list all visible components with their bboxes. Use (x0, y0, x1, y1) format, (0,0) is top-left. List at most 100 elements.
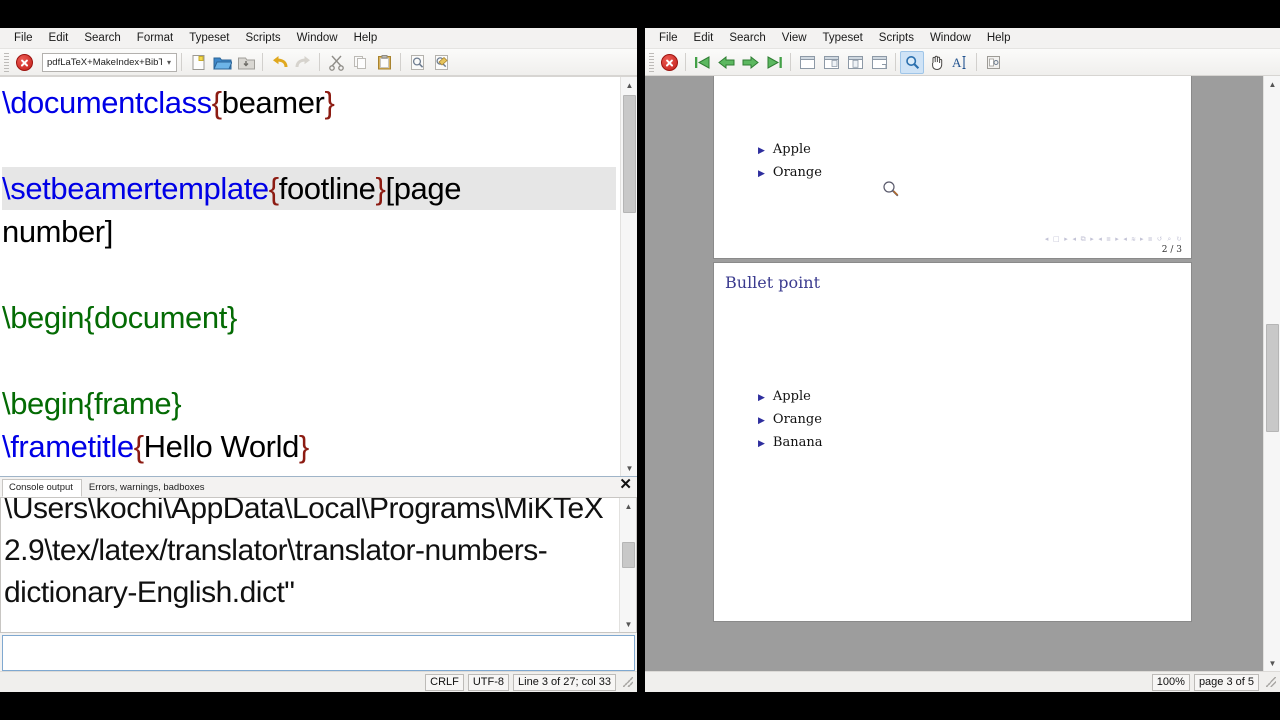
fit-page-button[interactable] (843, 51, 867, 74)
toolbar-grip[interactable] (4, 52, 9, 72)
console-input-field[interactable] (3, 636, 634, 670)
viewer-menu-search[interactable]: Search (721, 30, 773, 46)
viewer-statusbar: 100% page 3 of 5 (645, 671, 1280, 692)
source-text-area[interactable]: \documentclass{beamer} \setbeamertemplat… (0, 76, 637, 476)
first-page-button[interactable] (690, 51, 714, 74)
viewer-menu-edit[interactable]: Edit (686, 30, 722, 46)
resize-grip-icon[interactable] (623, 677, 633, 687)
viewer-menu-help[interactable]: Help (979, 30, 1019, 46)
cut-button[interactable] (324, 51, 348, 74)
source-line (2, 339, 616, 382)
last-page-button[interactable] (762, 51, 786, 74)
fit-window-button[interactable] (795, 51, 819, 74)
status-page-indicator[interactable]: page 3 of 5 (1193, 673, 1259, 691)
fit-window-icon (799, 55, 815, 69)
pdf-page-previous[interactable]: ▶ Apple ▶ Orange ◂ □ ▸ ◂ ⧉ ▸ ◂ ≣ ▸ ◂ ≋ ▸… (714, 76, 1191, 258)
fit-width-button[interactable] (819, 51, 843, 74)
undo-button[interactable] (267, 51, 291, 74)
select-text-tool-button[interactable]: A (948, 51, 972, 74)
source-code[interactable]: \documentclass{beamer} \setbeamertemplat… (0, 77, 620, 476)
editor-menu-search[interactable]: Search (76, 30, 128, 46)
viewer-menu-view[interactable]: View (774, 30, 815, 46)
editor-menu-format[interactable]: Format (129, 30, 181, 46)
toolbar-separator (976, 53, 977, 71)
editor-menu-window[interactable]: Window (289, 30, 346, 46)
viewer-toolbar-grip[interactable] (649, 52, 654, 72)
viewer-menu-file[interactable]: File (651, 30, 686, 46)
source-token: [page (385, 171, 462, 206)
scroll-down-icon[interactable]: ▼ (621, 460, 637, 476)
close-console-icon[interactable]: ✕ (619, 477, 632, 492)
editor-menu-file[interactable]: File (6, 30, 41, 46)
editor-vertical-scrollbar[interactable]: ▲ ▼ (620, 77, 637, 476)
texworks-editor-window: File Edit Search Format Typeset Scripts … (0, 28, 637, 692)
last-page-icon (767, 55, 782, 69)
typeset-engine-combobox[interactable]: pdfLaTeX+MakeIndex+BibTeX ▾ (42, 52, 177, 72)
source-token: \documentclass (2, 85, 212, 120)
console-scroll-thumb[interactable] (622, 542, 635, 568)
triangle-bullet-icon: ▶ (758, 416, 765, 426)
tab-errors-warnings-badboxes[interactable]: Errors, warnings, badboxes (82, 479, 214, 497)
viewer-menu-window[interactable]: Window (922, 30, 979, 46)
pdf-scroll-up-icon[interactable]: ▲ (1264, 76, 1280, 92)
pdf-page-area[interactable]: ▶ Apple ▶ Orange ◂ □ ▸ ◂ ⧉ ▸ ◂ ≣ ▸ ◂ ≋ ▸… (645, 76, 1280, 671)
viewer-menu-typeset[interactable]: Typeset (815, 30, 871, 46)
console-scroll-down-icon[interactable]: ▼ (620, 616, 636, 632)
previous-page-button[interactable] (714, 51, 738, 74)
pdf-vertical-scrollbar[interactable]: ▲ ▼ (1263, 76, 1280, 671)
save-file-button[interactable] (234, 51, 258, 74)
toolbar-separator (685, 53, 686, 71)
pdf-scroll-thumb[interactable] (1266, 324, 1279, 432)
bullet-label: Orange (772, 412, 822, 427)
next-page-button[interactable] (738, 51, 762, 74)
bullet-label: Apple (772, 142, 811, 157)
full-screen-button[interactable] (981, 51, 1005, 74)
viewer-abort-typesetting-button[interactable] (657, 51, 681, 74)
list-item: ▶ Banana (758, 435, 822, 451)
source-token: Hello World (143, 429, 300, 464)
triangle-bullet-icon: ▶ (758, 146, 765, 156)
beamer-navigation-symbols[interactable]: ◂ □ ▸ ◂ ⧉ ▸ ◂ ≣ ▸ ◂ ≋ ▸ ≣ ↺ ⌕ ↻ (1045, 235, 1183, 244)
triangle-bullet-icon: ▶ (758, 393, 765, 403)
viewer-menu-scripts[interactable]: Scripts (871, 30, 922, 46)
text-select-icon: A (952, 55, 965, 70)
open-file-button[interactable] (210, 51, 234, 74)
hand-scroll-tool-button[interactable] (924, 51, 948, 74)
status-line-ending[interactable]: CRLF (425, 673, 464, 691)
editor-menu-scripts[interactable]: Scripts (238, 30, 289, 46)
console-input-row[interactable] (2, 635, 635, 671)
actual-size-button[interactable] (867, 51, 891, 74)
new-document-button[interactable] (186, 51, 210, 74)
console-tabbar: Console output Errors, warnings, badboxe… (0, 477, 637, 497)
status-zoom-level[interactable]: 100% (1151, 673, 1190, 691)
source-line (2, 253, 616, 296)
typeset-engine-label: pdfLaTeX+MakeIndex+BibTeX (47, 56, 162, 68)
status-encoding[interactable]: UTF-8 (467, 673, 510, 691)
magnify-tool-button[interactable] (900, 50, 924, 74)
source-line: \frametitle{Hello World} (2, 425, 616, 468)
copy-pages-icon (353, 55, 366, 69)
copy-button[interactable] (348, 51, 372, 74)
console-output-body[interactable]: \Users\kochi\AppData\Local\Programs\MiKT… (0, 497, 637, 633)
editor-menu-edit[interactable]: Edit (41, 30, 77, 46)
redo-button[interactable] (291, 51, 315, 74)
resize-grip-icon[interactable] (1266, 677, 1276, 687)
find-replace-button[interactable] (429, 51, 453, 74)
console-vertical-scrollbar[interactable]: ▲ ▼ (619, 498, 636, 632)
pdf-scroll-down-icon[interactable]: ▼ (1264, 655, 1280, 671)
abort-typesetting-button[interactable] (12, 51, 36, 74)
scissors-icon (328, 55, 344, 71)
source-line: \begin{frame} (2, 382, 616, 425)
find-button[interactable] (405, 51, 429, 74)
list-item: ▶ Orange (758, 165, 822, 181)
editor-scroll-thumb[interactable] (623, 95, 636, 213)
editor-menu-help[interactable]: Help (346, 30, 386, 46)
scroll-up-icon[interactable]: ▲ (621, 77, 637, 93)
editor-menu-typeset[interactable]: Typeset (181, 30, 237, 46)
paste-button[interactable] (372, 51, 396, 74)
source-line: \setbeamertemplate{footline}[page (2, 167, 616, 210)
source-token: beamer (221, 85, 325, 120)
console-scroll-up-icon[interactable]: ▲ (620, 498, 636, 514)
tab-console-output[interactable]: Console output (2, 479, 82, 497)
pdf-page-current[interactable]: Bullet point ▶ Apple ▶ Orange ▶ Banana (714, 263, 1191, 621)
